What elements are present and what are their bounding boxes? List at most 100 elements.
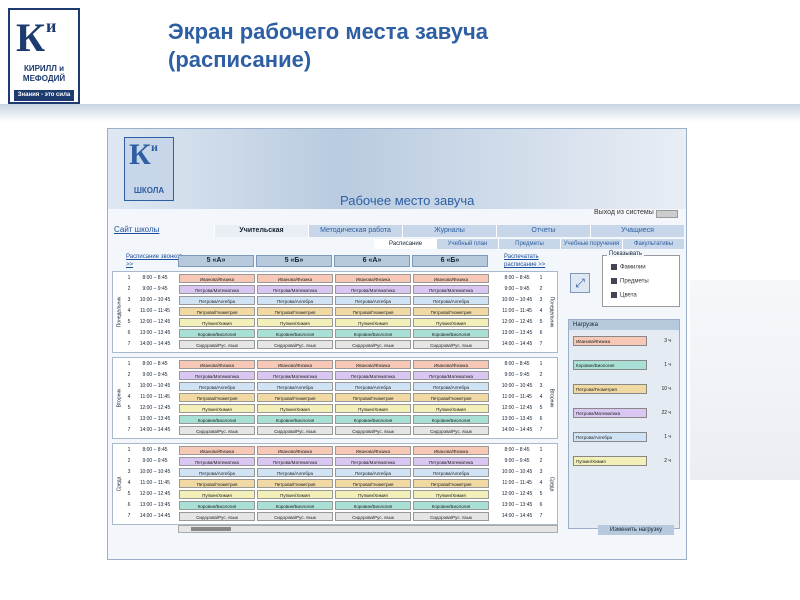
- lesson-cell[interactable]: Петрова/Геометрия: [179, 393, 255, 402]
- horizontal-scrollbar[interactable]: [178, 525, 558, 533]
- lesson-cell[interactable]: Петрова/Геометрия: [335, 307, 411, 316]
- checkbox-icon[interactable]: [611, 292, 617, 298]
- lesson-cell[interactable]: Коровин/Биология: [257, 501, 333, 510]
- lesson-cell[interactable]: Петрова/Математика: [413, 457, 489, 466]
- lesson-cell[interactable]: Петрова/Геометрия: [413, 307, 489, 316]
- lesson-cell[interactable]: Коровин/Биология: [413, 329, 489, 338]
- lesson-cell[interactable]: Пупкин/Химия: [335, 318, 411, 327]
- lesson-cell[interactable]: Сидорова/Рус. язык: [413, 340, 489, 349]
- lesson-cell[interactable]: Сидорова/Рус. язык: [257, 512, 333, 521]
- lesson-cell[interactable]: Коровин/Биология: [257, 329, 333, 338]
- lesson-cell[interactable]: Петрова/Алгебра: [335, 382, 411, 391]
- lesson-cell[interactable]: Коровин/Биология: [335, 415, 411, 424]
- lesson-cell[interactable]: Петрова/Алгебра: [179, 296, 255, 305]
- lesson-cell[interactable]: Петрова/Алгебра: [179, 468, 255, 477]
- lesson-cell[interactable]: Сидорова/Рус. язык: [335, 426, 411, 435]
- change-load-button[interactable]: Изменить нагрузку: [598, 525, 674, 535]
- lesson-cell[interactable]: Иванова/Физика: [179, 360, 255, 369]
- lesson-cell[interactable]: Петрова/Математика: [413, 285, 489, 294]
- lesson-cell[interactable]: Пупкин/Химия: [413, 318, 489, 327]
- lesson-cell[interactable]: Петрова/Математика: [413, 371, 489, 380]
- load-item[interactable]: Петрова/Геометрия: [573, 384, 647, 394]
- lesson-cell[interactable]: Сидорова/Рус. язык: [335, 512, 411, 521]
- lesson-cell[interactable]: Петрова/Алгебра: [413, 382, 489, 391]
- lesson-cell[interactable]: Петрова/Математика: [335, 457, 411, 466]
- tab-students[interactable]: Учащиеся: [590, 225, 684, 237]
- show-surnames-checkbox[interactable]: Фамилии: [611, 264, 646, 271]
- site-link[interactable]: Сайт школы: [114, 225, 159, 234]
- exit-arrow-icon[interactable]: [656, 210, 678, 218]
- lesson-cell[interactable]: Иванова/Физика: [257, 360, 333, 369]
- lesson-cell[interactable]: Петрова/Алгебра: [257, 382, 333, 391]
- lesson-cell[interactable]: Петрова/Алгебра: [335, 296, 411, 305]
- lesson-cell[interactable]: Петрова/Математика: [179, 457, 255, 466]
- subtab-assignments[interactable]: Учебные поручения: [560, 239, 622, 249]
- lesson-cell[interactable]: Пупкин/Химия: [413, 490, 489, 499]
- lesson-cell[interactable]: Петрова/Геометрия: [257, 393, 333, 402]
- lesson-cell[interactable]: Сидорова/Рус. язык: [179, 512, 255, 521]
- lesson-cell[interactable]: Петрова/Алгебра: [413, 296, 489, 305]
- lesson-cell[interactable]: Коровин/Биология: [257, 415, 333, 424]
- lesson-cell[interactable]: Петрова/Геометрия: [179, 307, 255, 316]
- lesson-cell[interactable]: Иванова/Физика: [179, 274, 255, 283]
- lesson-cell[interactable]: Иванова/Физика: [413, 360, 489, 369]
- lesson-cell[interactable]: Сидорова/Рус. язык: [257, 426, 333, 435]
- exit-link[interactable]: Выход из системы: [594, 209, 654, 216]
- lesson-cell[interactable]: Коровин/Биология: [179, 329, 255, 338]
- lesson-cell[interactable]: Иванова/Физика: [257, 446, 333, 455]
- lesson-cell[interactable]: Коровин/Биология: [413, 501, 489, 510]
- lesson-cell[interactable]: Пупкин/Химия: [179, 490, 255, 499]
- load-item[interactable]: Петрова/Математика: [573, 408, 647, 418]
- lesson-cell[interactable]: Сидорова/Рус. язык: [179, 340, 255, 349]
- lesson-cell[interactable]: Иванова/Физика: [179, 446, 255, 455]
- lesson-cell[interactable]: Петрова/Математика: [257, 457, 333, 466]
- lesson-cell[interactable]: Иванова/Физика: [413, 274, 489, 283]
- lesson-cell[interactable]: Коровин/Биология: [335, 329, 411, 338]
- subtab-subjects[interactable]: Предметы: [498, 239, 560, 249]
- lesson-cell[interactable]: Петрова/Алгебра: [413, 468, 489, 477]
- lesson-cell[interactable]: Коровин/Биология: [413, 415, 489, 424]
- load-item[interactable]: Пупкин/Химия: [573, 456, 647, 466]
- lesson-cell[interactable]: Пупкин/Химия: [257, 490, 333, 499]
- lesson-cell[interactable]: Петрова/Геометрия: [413, 393, 489, 402]
- show-colors-checkbox[interactable]: Цвета: [611, 292, 637, 299]
- lesson-cell[interactable]: Петрова/Алгебра: [179, 382, 255, 391]
- lesson-cell[interactable]: Петрова/Алгебра: [257, 296, 333, 305]
- tab-journals[interactable]: Журналы: [402, 225, 496, 237]
- load-item[interactable]: Петрова/Алгебра: [573, 432, 647, 442]
- checkbox-icon[interactable]: [611, 278, 617, 284]
- lesson-cell[interactable]: Петрова/Алгебра: [335, 468, 411, 477]
- lesson-cell[interactable]: Коровин/Биология: [179, 501, 255, 510]
- print-schedule-link[interactable]: Распечатать расписание >>: [504, 253, 564, 269]
- lesson-cell[interactable]: Петрова/Математика: [335, 285, 411, 294]
- lesson-cell[interactable]: Иванова/Физика: [413, 446, 489, 455]
- lesson-cell[interactable]: Иванова/Физика: [257, 274, 333, 283]
- lesson-cell[interactable]: Петрова/Геометрия: [335, 393, 411, 402]
- lesson-cell[interactable]: Сидорова/Рус. язык: [413, 512, 489, 521]
- lesson-cell[interactable]: Петрова/Математика: [257, 285, 333, 294]
- lesson-cell[interactable]: Пупкин/Химия: [335, 490, 411, 499]
- tab-methodical[interactable]: Методическая работа: [308, 225, 402, 237]
- lesson-cell[interactable]: Пупкин/Химия: [179, 318, 255, 327]
- tab-reports[interactable]: Отчеты: [496, 225, 590, 237]
- lesson-cell[interactable]: Сидорова/Рус. язык: [179, 426, 255, 435]
- lesson-cell[interactable]: Сидорова/Рус. язык: [413, 426, 489, 435]
- lesson-cell[interactable]: Пупкин/Химия: [257, 404, 333, 413]
- checkbox-icon[interactable]: [611, 264, 617, 270]
- lesson-cell[interactable]: Пупкин/Химия: [335, 404, 411, 413]
- lesson-cell[interactable]: Петрова/Геометрия: [179, 479, 255, 488]
- lesson-cell[interactable]: Иванова/Физика: [335, 446, 411, 455]
- tab-teachers-room[interactable]: Учительская: [214, 225, 308, 237]
- lesson-cell[interactable]: Петрова/Математика: [335, 371, 411, 380]
- lesson-cell[interactable]: Петрова/Математика: [257, 371, 333, 380]
- lesson-cell[interactable]: Петрова/Математика: [179, 371, 255, 380]
- lesson-cell[interactable]: Петрова/Геометрия: [257, 479, 333, 488]
- lesson-cell[interactable]: Петрова/Геометрия: [413, 479, 489, 488]
- load-item[interactable]: Коровин/Биология: [573, 360, 647, 370]
- lesson-cell[interactable]: Иванова/Физика: [335, 360, 411, 369]
- scroll-thumb[interactable]: [191, 527, 231, 531]
- lesson-cell[interactable]: Коровин/Биология: [335, 501, 411, 510]
- lesson-cell[interactable]: Петрова/Математика: [179, 285, 255, 294]
- subtab-study-plan[interactable]: Учебный план: [436, 239, 498, 249]
- expand-icon[interactable]: ⤢: [570, 273, 590, 293]
